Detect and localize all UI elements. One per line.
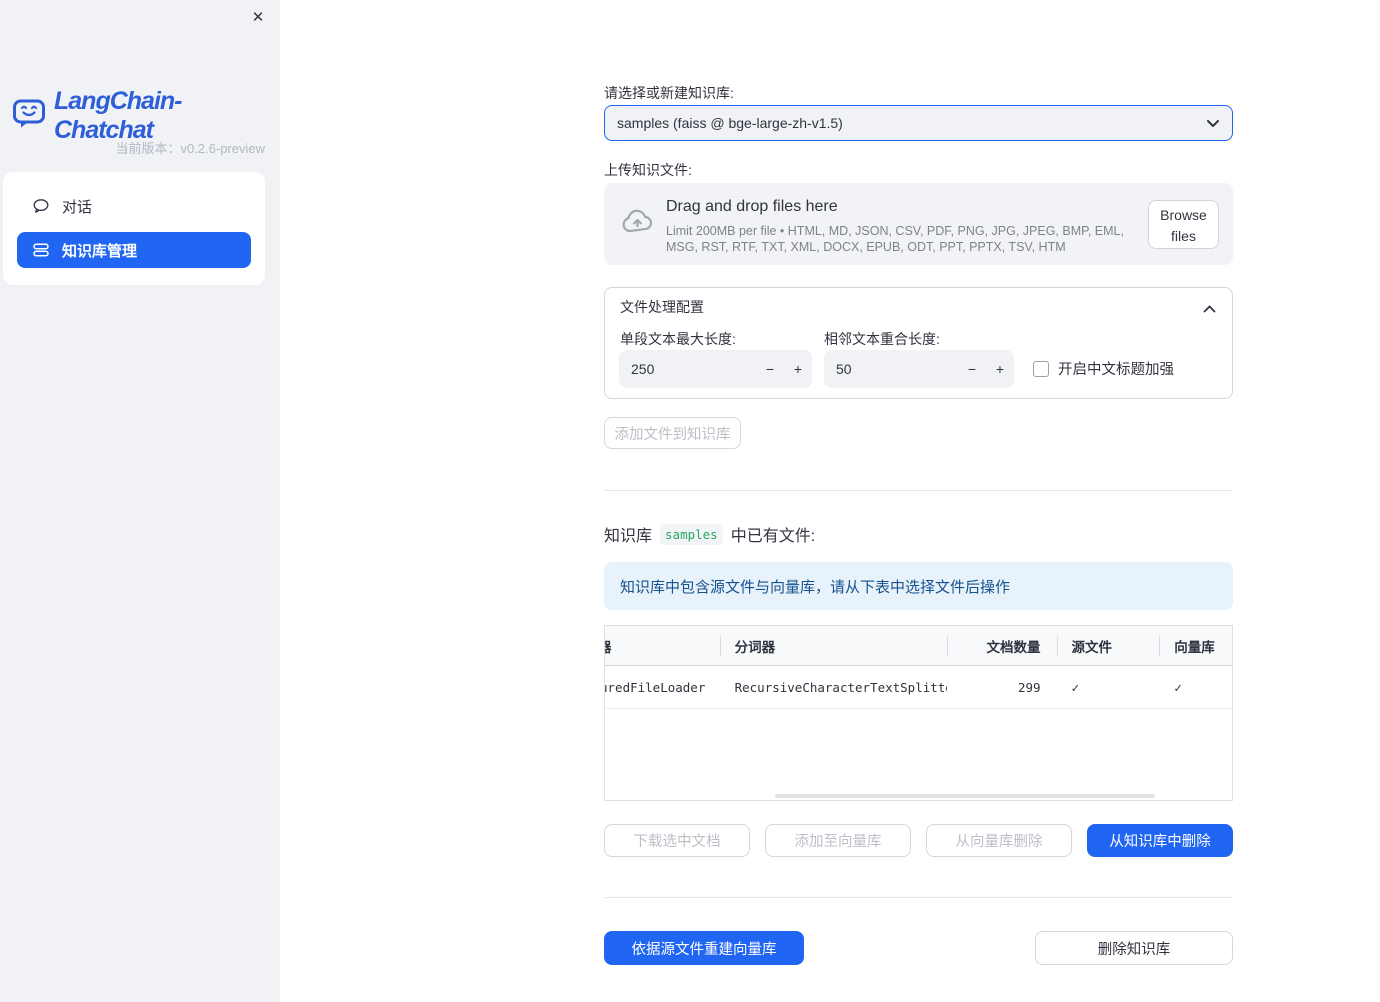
dropzone-title: Drag and drop files here — [666, 198, 838, 215]
list-icon — [33, 242, 49, 258]
version-text: 当前版本：v0.2.6-preview — [115, 141, 265, 156]
zh-title-enhance-option: 开启中文标题加强 — [1033, 358, 1174, 379]
app-logo: LangChain-Chatchat — [12, 87, 280, 145]
check-icon: ✓ — [1174, 679, 1182, 695]
check-icon: ✓ — [1071, 679, 1080, 695]
main-content: 请选择或新建知识库: samples (faiss @ bge-large-zh… — [604, 0, 1233, 1002]
kb-files-heading: 知识库 samples 中已有文件: — [604, 522, 1233, 546]
sidebar-item-kb-management[interactable]: 知识库管理 — [17, 232, 251, 268]
sidebar-item-dialogue[interactable]: 对话 — [17, 188, 251, 224]
divider — [604, 897, 1233, 898]
kb-name-code: samples — [660, 523, 723, 545]
chunk-overlap-input[interactable]: 50 − + — [824, 350, 1014, 388]
cell-doc-count: 299 — [1017, 679, 1041, 695]
chevron-up-icon[interactable] — [1203, 300, 1216, 318]
cell-loader: uredFileLoader — [605, 679, 706, 695]
app-title: LangChain-Chatchat — [54, 87, 183, 144]
horizontal-scrollbar[interactable] — [775, 794, 1155, 798]
chunk-size-label: 单段文本最大长度: — [620, 331, 736, 347]
chat-bubble-icon — [33, 198, 49, 214]
col-loader-header: 器 — [605, 636, 612, 656]
col-vector-header: 向量库 — [1174, 639, 1215, 655]
table-row[interactable]: uredFileLoader RecursiveCharacterTextSpl… — [605, 666, 1232, 709]
plus-button[interactable]: + — [986, 350, 1014, 388]
chatchat-logo-icon — [12, 97, 47, 135]
sidebar-nav: 对话 知识库管理 — [3, 172, 265, 285]
col-doc-count-header: 文档数量 — [986, 639, 1041, 655]
add-to-vectorstore-button[interactable]: 添加至向量库 — [765, 824, 911, 857]
plus-button[interactable]: + — [784, 350, 812, 388]
cloud-upload-icon — [620, 207, 656, 242]
zh-title-enhance-label: 开启中文标题加强 — [1058, 362, 1174, 378]
col-source-header: 源文件 — [1071, 639, 1113, 655]
kb-select-value: samples (faiss @ bge-large-zh-v1.5) — [617, 115, 843, 131]
minus-button[interactable]: − — [756, 350, 784, 388]
close-icon[interactable]: ✕ — [246, 6, 270, 30]
chunk-size-value[interactable]: 250 — [619, 361, 756, 377]
chunk-size-input[interactable]: 250 − + — [619, 350, 812, 388]
file-dropzone[interactable]: Drag and drop files here Limit 200MB per… — [604, 183, 1233, 265]
delete-kb-button[interactable]: 删除知识库 — [1035, 931, 1233, 965]
expander-title[interactable]: 文件处理配置 — [620, 297, 704, 317]
files-table-header: 器 分词器 文档数量 源文件 向量库 — [605, 626, 1232, 666]
chunk-overlap-value[interactable]: 50 — [824, 361, 958, 377]
download-selected-button[interactable]: 下载选中文档 — [604, 824, 750, 857]
kb-select-label: 请选择或新建知识库: — [604, 85, 734, 101]
chunk-overlap-label: 相邻文本重合长度: — [824, 331, 940, 347]
dropzone-limit-text: Limit 200MB per file • HTML, MD, JSON, C… — [666, 224, 1124, 254]
file-config-expander: 文件处理配置 单段文本最大长度: 相邻文本重合长度: 250 − + 50 − … — [604, 287, 1233, 399]
files-table[interactable]: 器 分词器 文档数量 源文件 向量库 uredFileLoader Recurs… — [604, 625, 1233, 801]
sidebar-item-label: 知识库管理 — [62, 242, 138, 260]
file-action-buttons: 下载选中文档 添加至向量库 从向量库删除 从知识库中删除 — [604, 824, 1233, 857]
sidebar-item-label: 对话 — [62, 198, 93, 216]
sidebar: ✕ LangChain-Chatchat 当前版本：v0.2.6-preview — [0, 0, 280, 1002]
delete-from-vectorstore-button[interactable]: 从向量库删除 — [926, 824, 1072, 857]
delete-from-kb-button[interactable]: 从知识库中删除 — [1087, 824, 1233, 857]
add-files-button[interactable]: 添加文件到知识库 — [604, 417, 741, 449]
zh-title-enhance-checkbox[interactable] — [1033, 360, 1049, 377]
divider — [604, 490, 1233, 491]
col-splitter-header: 分词器 — [734, 639, 776, 655]
chevron-down-icon — [1206, 115, 1220, 131]
kb-action-buttons: 依据源文件重建向量库 删除知识库 — [604, 931, 1233, 965]
minus-button[interactable]: − — [958, 350, 986, 388]
rebuild-vectorstore-button[interactable]: 依据源文件重建向量库 — [604, 931, 804, 965]
upload-label: 上传知识文件: — [604, 162, 692, 178]
cell-splitter: RecursiveCharacterTextSplitter — [734, 679, 947, 695]
info-banner: 知识库中包含源文件与向量库，请从下表中选择文件后操作 — [604, 562, 1233, 610]
browse-files-button[interactable]: Browse files — [1148, 200, 1219, 249]
app-window: ✕ LangChain-Chatchat 当前版本：v0.2.6-preview — [0, 0, 1380, 1002]
kb-select[interactable]: samples (faiss @ bge-large-zh-v1.5) — [604, 105, 1233, 141]
